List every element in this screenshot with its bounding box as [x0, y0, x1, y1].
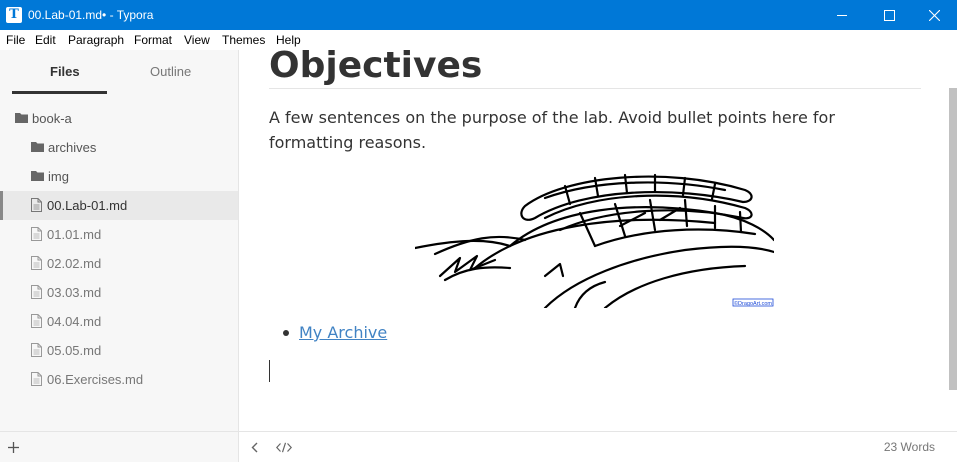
bridge-illustration-image: ©DragoArt.com: [415, 168, 774, 308]
menu-format[interactable]: Format: [134, 30, 172, 50]
tree-label: 06.Exercises.md: [47, 372, 144, 387]
tree-label: img: [48, 169, 69, 184]
tree-label: 01.01.md: [47, 227, 102, 242]
close-icon: [928, 9, 940, 21]
code-icon[interactable]: [276, 442, 292, 453]
file-icon: [31, 314, 42, 328]
tree-label: archives: [48, 140, 97, 155]
heading-divider: [269, 88, 921, 89]
window-title: 00.Lab-01.md• - Typora: [28, 8, 154, 22]
tab-files[interactable]: Files: [50, 63, 80, 81]
document-paragraph[interactable]: A few sentences on the purpose of the la…: [269, 105, 909, 155]
file-item-02-02[interactable]: 02.02.md: [0, 249, 238, 278]
file-icon: [31, 227, 42, 241]
folder-icon: [31, 142, 44, 152]
tree-label: 04.04.md: [47, 314, 102, 329]
menu-help[interactable]: Help: [276, 30, 301, 50]
file-item-00-lab-01[interactable]: 00.Lab-01.md: [0, 191, 238, 220]
status-bar: 23 Words: [0, 431, 957, 462]
chevron-left-icon[interactable]: [251, 442, 258, 453]
close-button[interactable]: [911, 0, 957, 30]
file-item-06-exercises[interactable]: 06.Exercises.md: [0, 365, 238, 394]
folder-item-archives[interactable]: archives: [0, 133, 238, 162]
my-archive-link[interactable]: My Archive: [299, 321, 387, 345]
tree-label: 05.05.md: [47, 343, 102, 358]
minimize-button[interactable]: [819, 0, 865, 30]
text-cursor: [269, 360, 270, 382]
file-icon: [31, 198, 42, 212]
active-tab-indicator: [12, 91, 107, 94]
scrollbar-thumb[interactable]: [949, 88, 957, 390]
image-watermark: ©DragoArt.com: [734, 300, 772, 307]
file-icon: [31, 343, 42, 357]
folder-icon: [15, 113, 28, 123]
list-bullet: [283, 330, 289, 336]
folder-item-img[interactable]: img: [0, 162, 238, 191]
sidebar: Files Outline book-a archives img 00.Lab…: [0, 50, 239, 431]
file-item-04-04[interactable]: 04.04.md: [0, 307, 238, 336]
plus-icon[interactable]: [8, 442, 19, 453]
typora-app-icon: T: [6, 7, 22, 23]
title-bar: T 00.Lab-01.md• - Typora: [0, 0, 957, 30]
document-heading[interactable]: Objectives: [269, 50, 482, 88]
file-icon: [31, 285, 42, 299]
folder-item-book-a[interactable]: book-a: [0, 104, 238, 133]
tree-label: 02.02.md: [47, 256, 102, 271]
file-item-03-03[interactable]: 03.03.md: [0, 278, 238, 307]
sidebar-footer: [0, 432, 239, 462]
editor-pane[interactable]: Objectives A few sentences on the purpos…: [239, 50, 949, 431]
tree-label: 03.03.md: [47, 285, 102, 300]
menu-bar: File Edit Paragraph Format View Themes H…: [0, 30, 957, 50]
menu-edit[interactable]: Edit: [35, 30, 56, 50]
menu-file[interactable]: File: [6, 30, 25, 50]
tree-label: 00.Lab-01.md: [47, 198, 128, 213]
file-icon: [31, 372, 42, 386]
tab-outline[interactable]: Outline: [150, 63, 191, 81]
tree-label: book-a: [32, 111, 72, 126]
menu-paragraph[interactable]: Paragraph: [68, 30, 124, 50]
maximize-icon: [883, 9, 895, 21]
file-item-01-01[interactable]: 01.01.md: [0, 220, 238, 249]
minimize-icon: [837, 15, 847, 16]
file-icon: [31, 256, 42, 270]
menu-themes[interactable]: Themes: [222, 30, 265, 50]
maximize-button[interactable]: [866, 0, 912, 30]
word-count[interactable]: 23 Words: [884, 432, 935, 462]
folder-icon: [31, 171, 44, 181]
menu-view[interactable]: View: [184, 30, 210, 50]
file-item-05-05[interactable]: 05.05.md: [0, 336, 238, 365]
